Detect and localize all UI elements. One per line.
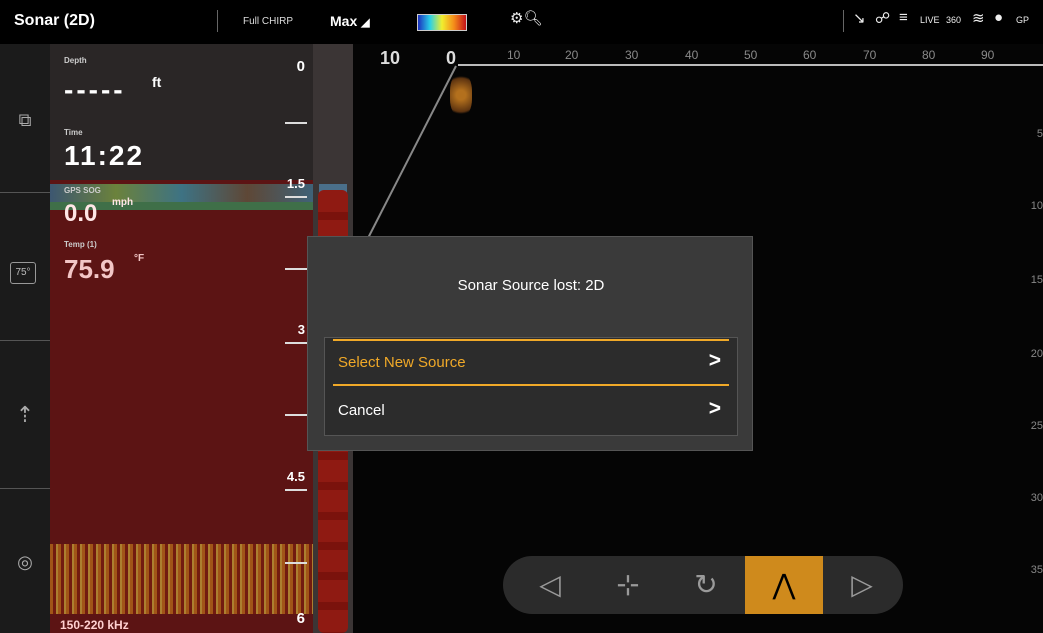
right-depth-label: 20: [1030, 348, 1043, 360]
compass-icon[interactable]: ●: [994, 9, 1003, 26]
depth-scale-tick: [285, 196, 307, 198]
boat-icon[interactable]: ⇡: [12, 402, 38, 428]
range-label: 90: [981, 48, 995, 62]
source-lost-dialog: Sonar Source lost: 2D Select New Source …: [307, 236, 753, 451]
depth-unit: ft: [152, 74, 162, 90]
rotate-view-icon[interactable]: ↻: [667, 556, 745, 614]
depth-scale-label: 4.5: [286, 469, 305, 484]
depth-scale-tick: [285, 268, 307, 270]
depth-scale-label: 3: [297, 322, 305, 337]
right-depth-label: 10: [1030, 200, 1043, 212]
cancel-button[interactable]: Cancel >: [325, 388, 737, 432]
bottom-nav-bar: ◁ ⊹ ↻ ⋀ ▷: [503, 556, 903, 614]
rail-divider: [0, 340, 50, 341]
color-palette-swatch[interactable]: [417, 14, 467, 31]
depth-scale-label: 6: [296, 610, 305, 627]
depth-scale-tick: [285, 122, 307, 124]
dialog-options: Select New Source > Cancel >: [324, 337, 738, 436]
depth-scale-tick: [285, 414, 307, 416]
gps-icon[interactable]: GP: [1016, 15, 1029, 25]
depth-value: -----: [64, 74, 126, 105]
cursor-icon[interactable]: ↘: [853, 9, 866, 27]
cancel-label: Cancel: [338, 402, 385, 419]
temp-label: Temp (1): [64, 240, 97, 249]
left-icon-rail: ⧉ 75° ⇡ ◎: [0, 44, 50, 633]
right-depth-label: 30: [1030, 492, 1043, 504]
dialog-title: Sonar Source lost: 2D: [457, 277, 605, 294]
time-value: 11:22: [64, 140, 145, 171]
select-new-source-label: Select New Source: [338, 354, 466, 371]
sog-unit: mph: [112, 197, 134, 208]
right-depth-label: 15: [1030, 274, 1043, 286]
forward-icon[interactable]: ▷: [823, 556, 901, 614]
range-label: 10: [507, 48, 521, 62]
bottom-return: [50, 544, 313, 614]
sog-value: 0.0: [64, 200, 98, 227]
back-icon[interactable]: ◁: [511, 556, 589, 614]
sonar-data-panel: Depth ----- ft Time 11:22 GPS SOG 0.0 mp…: [50, 44, 313, 633]
depth-scale-tick: [285, 342, 307, 344]
range-label: 70: [863, 48, 877, 62]
depth-scale-tick: [285, 562, 307, 564]
right-depth-label: 5: [1036, 128, 1043, 140]
chevron-right-icon: >: [708, 397, 721, 420]
depth-scale-label: 0: [296, 58, 305, 75]
depth-scale-tick: [285, 489, 307, 491]
chevron-right-icon: >: [708, 349, 721, 372]
selection-bottom-line: [333, 384, 729, 386]
sonar-icon[interactable]: ◎: [12, 552, 38, 578]
right-depth-label: 35: [1030, 564, 1043, 576]
heading-up-icon[interactable]: ⋀: [745, 556, 823, 614]
range-line: [458, 64, 1043, 66]
chirp-mode[interactable]: Full CHIRP: [243, 16, 293, 27]
max-label: Max: [330, 13, 358, 29]
divider: [843, 10, 844, 32]
range-label: 80: [922, 48, 936, 62]
top-status-bar: Sonar (2D) Full CHIRP Max ◢ ⚙︎🔍︎ ↘ ☍ ≡ L…: [0, 0, 1043, 44]
divider: [217, 10, 218, 32]
rail-divider: [0, 192, 50, 193]
range-label: 30: [625, 48, 639, 62]
range-label: 20: [565, 48, 579, 62]
chart-layers-icon[interactable]: ≡: [899, 9, 908, 26]
depth-scale-label: 1.5: [286, 176, 305, 191]
360-icon[interactable]: 360: [946, 15, 961, 25]
max-gain[interactable]: Max ◢: [330, 13, 370, 29]
temp-unit: °F: [134, 253, 145, 264]
beam-edge-line: [364, 65, 457, 245]
temp-value: 75.9: [64, 254, 115, 284]
network-icon[interactable]: ☍: [875, 9, 890, 27]
signal-icon: ◢: [361, 17, 370, 29]
settings-search-icon[interactable]: ⚙︎🔍︎: [510, 9, 543, 27]
rail-divider: [0, 488, 50, 489]
windows-icon[interactable]: ⧉: [12, 110, 38, 136]
range-label: 40: [685, 48, 699, 62]
sog-label: GPS SOG: [64, 186, 101, 195]
app-title: Sonar (2D): [14, 12, 95, 29]
cursor-target-icon[interactable]: ⊹: [589, 556, 667, 614]
right-depth-label: 25: [1030, 420, 1043, 432]
temperature-icon[interactable]: 75°: [10, 262, 36, 284]
range-label: 60: [803, 48, 817, 62]
live-icon[interactable]: LIVE: [920, 15, 940, 25]
frequency-label: 150-220 kHz: [60, 618, 129, 632]
select-new-source-button[interactable]: Select New Source >: [325, 340, 737, 384]
range-label: 50: [744, 48, 758, 62]
depth-label: Depth: [64, 56, 87, 65]
fish-icon[interactable]: ≋: [972, 9, 985, 27]
time-label: Time: [64, 128, 83, 137]
